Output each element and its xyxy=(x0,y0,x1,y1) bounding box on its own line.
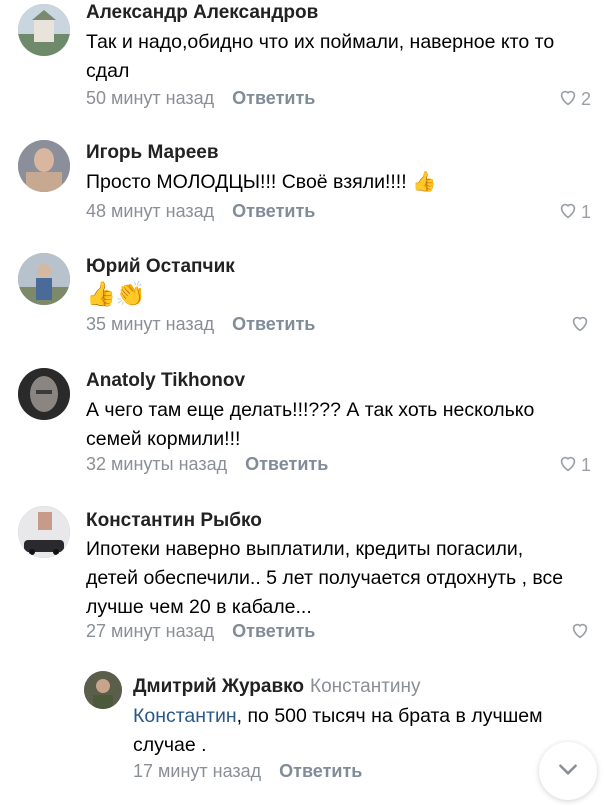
avatar[interactable] xyxy=(18,253,70,305)
reply-button[interactable]: Ответить xyxy=(232,621,315,641)
comment-author[interactable]: Константин Рыбко xyxy=(86,510,262,532)
like-count: 1 xyxy=(580,202,591,222)
comment-text: А чего там еще делать!!!??? А так хоть н… xyxy=(86,399,535,450)
comment-text: 👍👏 xyxy=(86,281,146,308)
mention-link[interactable]: Константин xyxy=(133,705,237,727)
avatar[interactable] xyxy=(18,140,70,192)
scroll-down-button[interactable] xyxy=(539,742,597,800)
avatar[interactable] xyxy=(18,4,70,56)
comment-time: 50 минут назад xyxy=(86,88,215,108)
avatar[interactable] xyxy=(18,506,70,558)
reply-button[interactable]: Ответить xyxy=(232,201,315,221)
avatar[interactable] xyxy=(18,368,70,420)
comment-text: Просто МОЛОДЦЫ!!! Своё взяли!!!! 👍 xyxy=(86,171,437,193)
reply-author[interactable]: Дмитрий Журавко Константину xyxy=(133,676,421,698)
avatar[interactable] xyxy=(84,671,122,709)
comment-time: 48 минут назад xyxy=(86,201,215,221)
heart-icon xyxy=(569,619,591,646)
comment-time: 35 минут назад xyxy=(86,314,215,334)
reply-author-name[interactable]: Дмитрий Журавко xyxy=(133,676,304,697)
heart-icon xyxy=(557,199,579,226)
comment-meta: 50 минут назад Ответить xyxy=(86,88,315,109)
like-button[interactable] xyxy=(569,312,591,339)
heart-icon xyxy=(557,452,579,479)
comment-meta: 48 минут назад Ответить xyxy=(86,201,315,222)
comment-author[interactable]: Александр Александров xyxy=(86,2,318,24)
reply-button[interactable]: Ответить xyxy=(245,454,328,474)
heart-icon xyxy=(557,86,579,113)
comment-meta: 32 минуты назад Ответить xyxy=(86,454,328,475)
comment-author[interactable]: Игорь Мареев xyxy=(86,142,219,164)
comment-text: Так и надо,обидно что их поймали, наверн… xyxy=(86,31,555,82)
chevron-down-icon xyxy=(555,756,581,787)
comment-meta: 35 минут назад Ответить xyxy=(86,314,315,335)
like-count: 1 xyxy=(580,455,591,475)
comment-text: Ипотеки наверно выплатили, кредиты погас… xyxy=(86,538,564,618)
like-button[interactable]: 2 xyxy=(557,86,591,113)
like-button[interactable]: 1 xyxy=(557,199,591,226)
comment-author[interactable]: Юрий Остапчик xyxy=(86,256,235,278)
reply-time: 17 минут назад xyxy=(133,761,262,781)
comment-author[interactable]: Anatoly Tikhonov xyxy=(86,370,245,392)
comment-time: 32 минуты назад xyxy=(86,454,228,474)
heart-icon xyxy=(569,312,591,339)
reply-meta: 17 минут назад Ответить xyxy=(133,761,362,782)
comment-meta: 27 минут назад Ответить xyxy=(86,621,315,642)
comment-time: 27 минут назад xyxy=(86,621,215,641)
reply-button[interactable]: Ответить xyxy=(232,314,315,334)
like-button[interactable]: 1 xyxy=(557,452,591,479)
reply-button[interactable]: Ответить xyxy=(279,761,362,781)
reply-button[interactable]: Ответить xyxy=(232,88,315,108)
reply-to-label[interactable]: Константину xyxy=(310,676,420,697)
reply-text: Константин, по 500 тысяч на брата в лучш… xyxy=(133,702,573,760)
like-button[interactable] xyxy=(569,619,591,646)
like-count: 2 xyxy=(580,89,591,109)
